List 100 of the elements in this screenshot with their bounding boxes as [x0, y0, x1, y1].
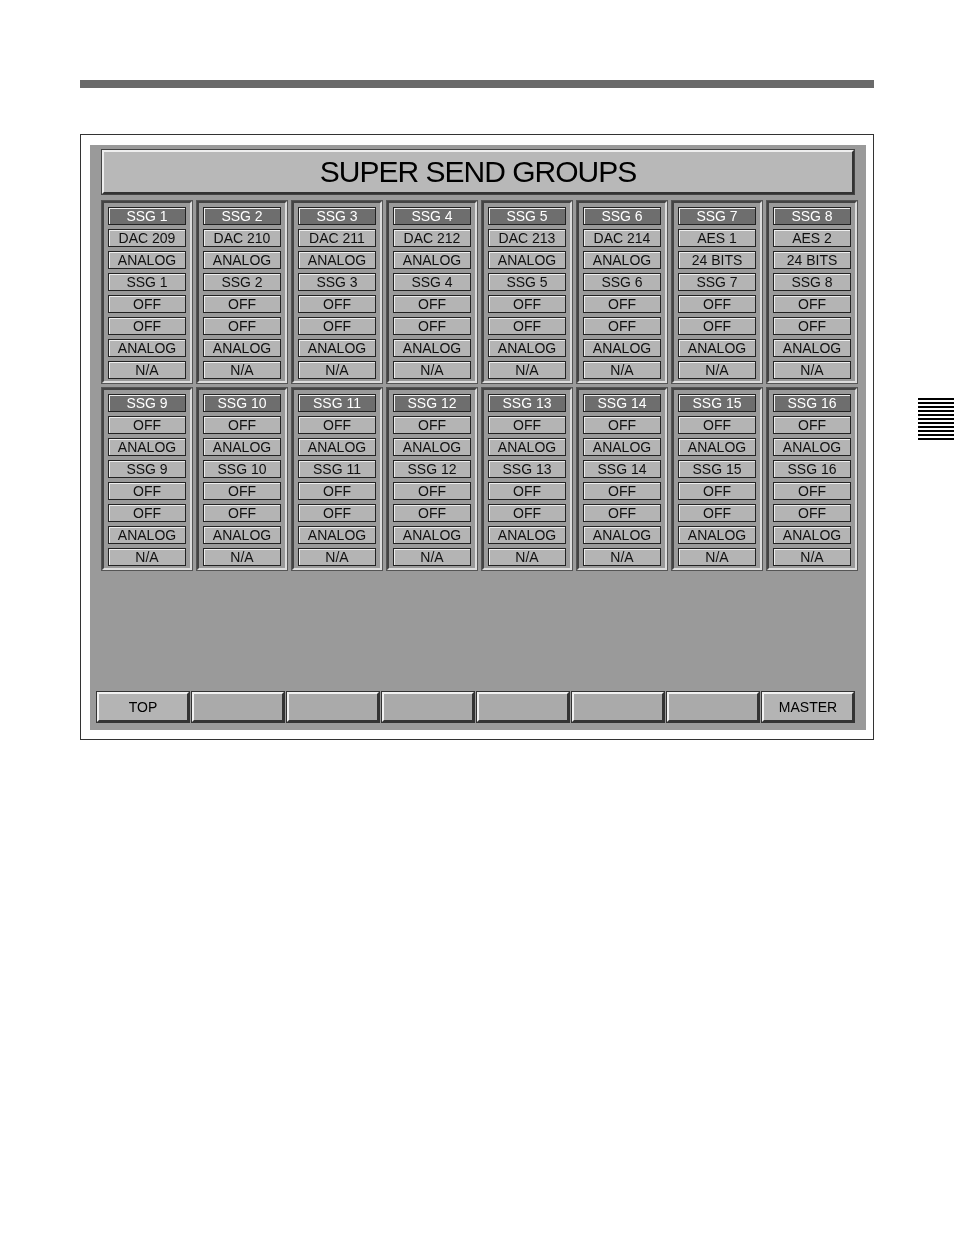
- value-button[interactable]: OFF: [488, 504, 566, 522]
- value-button[interactable]: ANALOG: [393, 339, 471, 357]
- value-button[interactable]: ANALOG: [773, 339, 851, 357]
- value-button[interactable]: N/A: [488, 548, 566, 566]
- value-button[interactable]: OFF: [773, 416, 851, 434]
- blank-button[interactable]: [382, 692, 474, 722]
- value-button[interactable]: OFF: [108, 317, 186, 335]
- value-button[interactable]: 24 BITS: [773, 251, 851, 269]
- value-button[interactable]: SSG 14: [583, 460, 661, 478]
- blank-button[interactable]: [477, 692, 569, 722]
- value-button[interactable]: DAC 214: [583, 229, 661, 247]
- value-button[interactable]: AES 1: [678, 229, 756, 247]
- value-button[interactable]: N/A: [108, 548, 186, 566]
- value-button[interactable]: OFF: [583, 416, 661, 434]
- value-button[interactable]: OFF: [108, 504, 186, 522]
- value-button[interactable]: N/A: [583, 548, 661, 566]
- value-button[interactable]: DAC 212: [393, 229, 471, 247]
- value-button[interactable]: OFF: [393, 295, 471, 313]
- value-button[interactable]: SSG 1: [108, 273, 186, 291]
- value-button[interactable]: OFF: [393, 416, 471, 434]
- value-button[interactable]: ANALOG: [203, 438, 281, 456]
- value-button[interactable]: N/A: [298, 548, 376, 566]
- value-button[interactable]: OFF: [298, 482, 376, 500]
- value-button[interactable]: OFF: [108, 295, 186, 313]
- value-button[interactable]: OFF: [678, 317, 756, 335]
- value-button[interactable]: ANALOG: [203, 339, 281, 357]
- value-button[interactable]: DAC 210: [203, 229, 281, 247]
- value-button[interactable]: SSG 4: [393, 273, 471, 291]
- value-button[interactable]: N/A: [678, 548, 756, 566]
- menu-button[interactable]: TOP: [97, 692, 189, 722]
- value-button[interactable]: ANALOG: [583, 526, 661, 544]
- value-button[interactable]: OFF: [108, 482, 186, 500]
- value-button[interactable]: OFF: [773, 317, 851, 335]
- value-button[interactable]: SSG 3: [298, 273, 376, 291]
- value-button[interactable]: ANALOG: [583, 251, 661, 269]
- value-button[interactable]: ANALOG: [488, 251, 566, 269]
- value-button[interactable]: OFF: [203, 416, 281, 434]
- value-button[interactable]: OFF: [488, 482, 566, 500]
- value-button[interactable]: N/A: [773, 548, 851, 566]
- value-button[interactable]: OFF: [298, 504, 376, 522]
- value-button[interactable]: ANALOG: [108, 438, 186, 456]
- value-button[interactable]: ANALOG: [203, 251, 281, 269]
- value-button[interactable]: DAC 209: [108, 229, 186, 247]
- value-button[interactable]: OFF: [393, 482, 471, 500]
- value-button[interactable]: SSG 6: [583, 273, 661, 291]
- value-button[interactable]: SSG 5: [488, 273, 566, 291]
- value-button[interactable]: N/A: [393, 548, 471, 566]
- menu-button[interactable]: MASTER: [762, 692, 854, 722]
- value-button[interactable]: OFF: [298, 317, 376, 335]
- value-button[interactable]: N/A: [773, 361, 851, 379]
- value-button[interactable]: OFF: [203, 482, 281, 500]
- value-button[interactable]: OFF: [108, 416, 186, 434]
- value-button[interactable]: N/A: [298, 361, 376, 379]
- value-button[interactable]: OFF: [488, 295, 566, 313]
- value-button[interactable]: SSG 7: [678, 273, 756, 291]
- value-button[interactable]: OFF: [203, 504, 281, 522]
- value-button[interactable]: ANALOG: [298, 526, 376, 544]
- value-button[interactable]: ANALOG: [678, 526, 756, 544]
- value-button[interactable]: OFF: [678, 482, 756, 500]
- value-button[interactable]: OFF: [488, 416, 566, 434]
- value-button[interactable]: OFF: [393, 317, 471, 335]
- value-button[interactable]: OFF: [298, 416, 376, 434]
- value-button[interactable]: ANALOG: [108, 251, 186, 269]
- value-button[interactable]: SSG 16: [773, 460, 851, 478]
- value-button[interactable]: ANALOG: [488, 438, 566, 456]
- value-button[interactable]: OFF: [203, 295, 281, 313]
- value-button[interactable]: ANALOG: [393, 251, 471, 269]
- value-button[interactable]: OFF: [203, 317, 281, 335]
- value-button[interactable]: ANALOG: [583, 438, 661, 456]
- blank-button[interactable]: [287, 692, 379, 722]
- value-button[interactable]: OFF: [583, 504, 661, 522]
- value-button[interactable]: OFF: [773, 295, 851, 313]
- value-button[interactable]: N/A: [203, 361, 281, 379]
- value-button[interactable]: N/A: [203, 548, 281, 566]
- value-button[interactable]: SSG 12: [393, 460, 471, 478]
- value-button[interactable]: N/A: [583, 361, 661, 379]
- value-button[interactable]: SSG 2: [203, 273, 281, 291]
- value-button[interactable]: ANALOG: [773, 438, 851, 456]
- value-button[interactable]: ANALOG: [773, 526, 851, 544]
- value-button[interactable]: OFF: [678, 416, 756, 434]
- value-button[interactable]: OFF: [298, 295, 376, 313]
- value-button[interactable]: N/A: [108, 361, 186, 379]
- value-button[interactable]: ANALOG: [488, 526, 566, 544]
- value-button[interactable]: ANALOG: [298, 438, 376, 456]
- value-button[interactable]: SSG 9: [108, 460, 186, 478]
- value-button[interactable]: DAC 211: [298, 229, 376, 247]
- value-button[interactable]: SSG 10: [203, 460, 281, 478]
- value-button[interactable]: ANALOG: [298, 339, 376, 357]
- value-button[interactable]: OFF: [773, 482, 851, 500]
- value-button[interactable]: OFF: [583, 317, 661, 335]
- value-button[interactable]: ANALOG: [393, 526, 471, 544]
- value-button[interactable]: ANALOG: [203, 526, 281, 544]
- value-button[interactable]: OFF: [583, 482, 661, 500]
- value-button[interactable]: ANALOG: [108, 526, 186, 544]
- value-button[interactable]: OFF: [773, 504, 851, 522]
- value-button[interactable]: OFF: [488, 317, 566, 335]
- value-button[interactable]: SSG 11: [298, 460, 376, 478]
- value-button[interactable]: ANALOG: [108, 339, 186, 357]
- value-button[interactable]: ANALOG: [678, 339, 756, 357]
- value-button[interactable]: DAC 213: [488, 229, 566, 247]
